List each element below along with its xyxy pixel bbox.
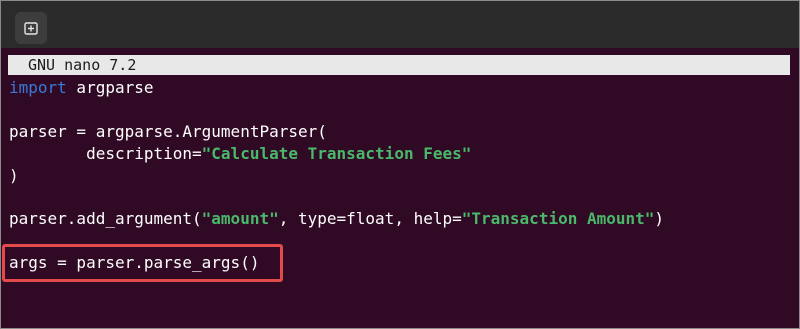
new-tab-button[interactable] bbox=[15, 12, 47, 44]
code-line-5: ) bbox=[9, 165, 19, 187]
code-line-1: import argparse bbox=[9, 77, 154, 99]
code-line-7: parser.add_argument("amount", type=float… bbox=[9, 208, 664, 230]
string-literal: "amount" bbox=[201, 209, 279, 228]
keyword-import: import bbox=[9, 78, 67, 97]
code-text: ) bbox=[654, 209, 665, 228]
code-line-3: parser = argparse.ArgumentParser( bbox=[9, 121, 327, 143]
code-text: parser.add_argument( bbox=[9, 209, 202, 228]
terminal-window: GNU nano 7.2 import argparse parser = ar… bbox=[0, 0, 800, 329]
code-text: description= bbox=[9, 144, 202, 163]
new-tab-plus-icon bbox=[24, 22, 38, 35]
code-text: ) bbox=[9, 166, 19, 185]
string-literal: "Transaction Amount" bbox=[461, 209, 655, 228]
highlight-annotation-box bbox=[2, 244, 283, 282]
nano-title-bar: GNU nano 7.2 bbox=[8, 55, 790, 75]
terminal-titlebar bbox=[1, 1, 799, 48]
nano-version-label: GNU nano 7.2 bbox=[28, 56, 137, 74]
code-line-4: description="Calculate Transaction Fees" bbox=[9, 143, 471, 165]
code-text: , type=float, help= bbox=[278, 209, 462, 228]
string-literal: "Calculate Transaction Fees" bbox=[201, 144, 472, 163]
code-text: argparse bbox=[66, 78, 154, 97]
code-text: parser = argparse.ArgumentParser( bbox=[9, 122, 327, 141]
